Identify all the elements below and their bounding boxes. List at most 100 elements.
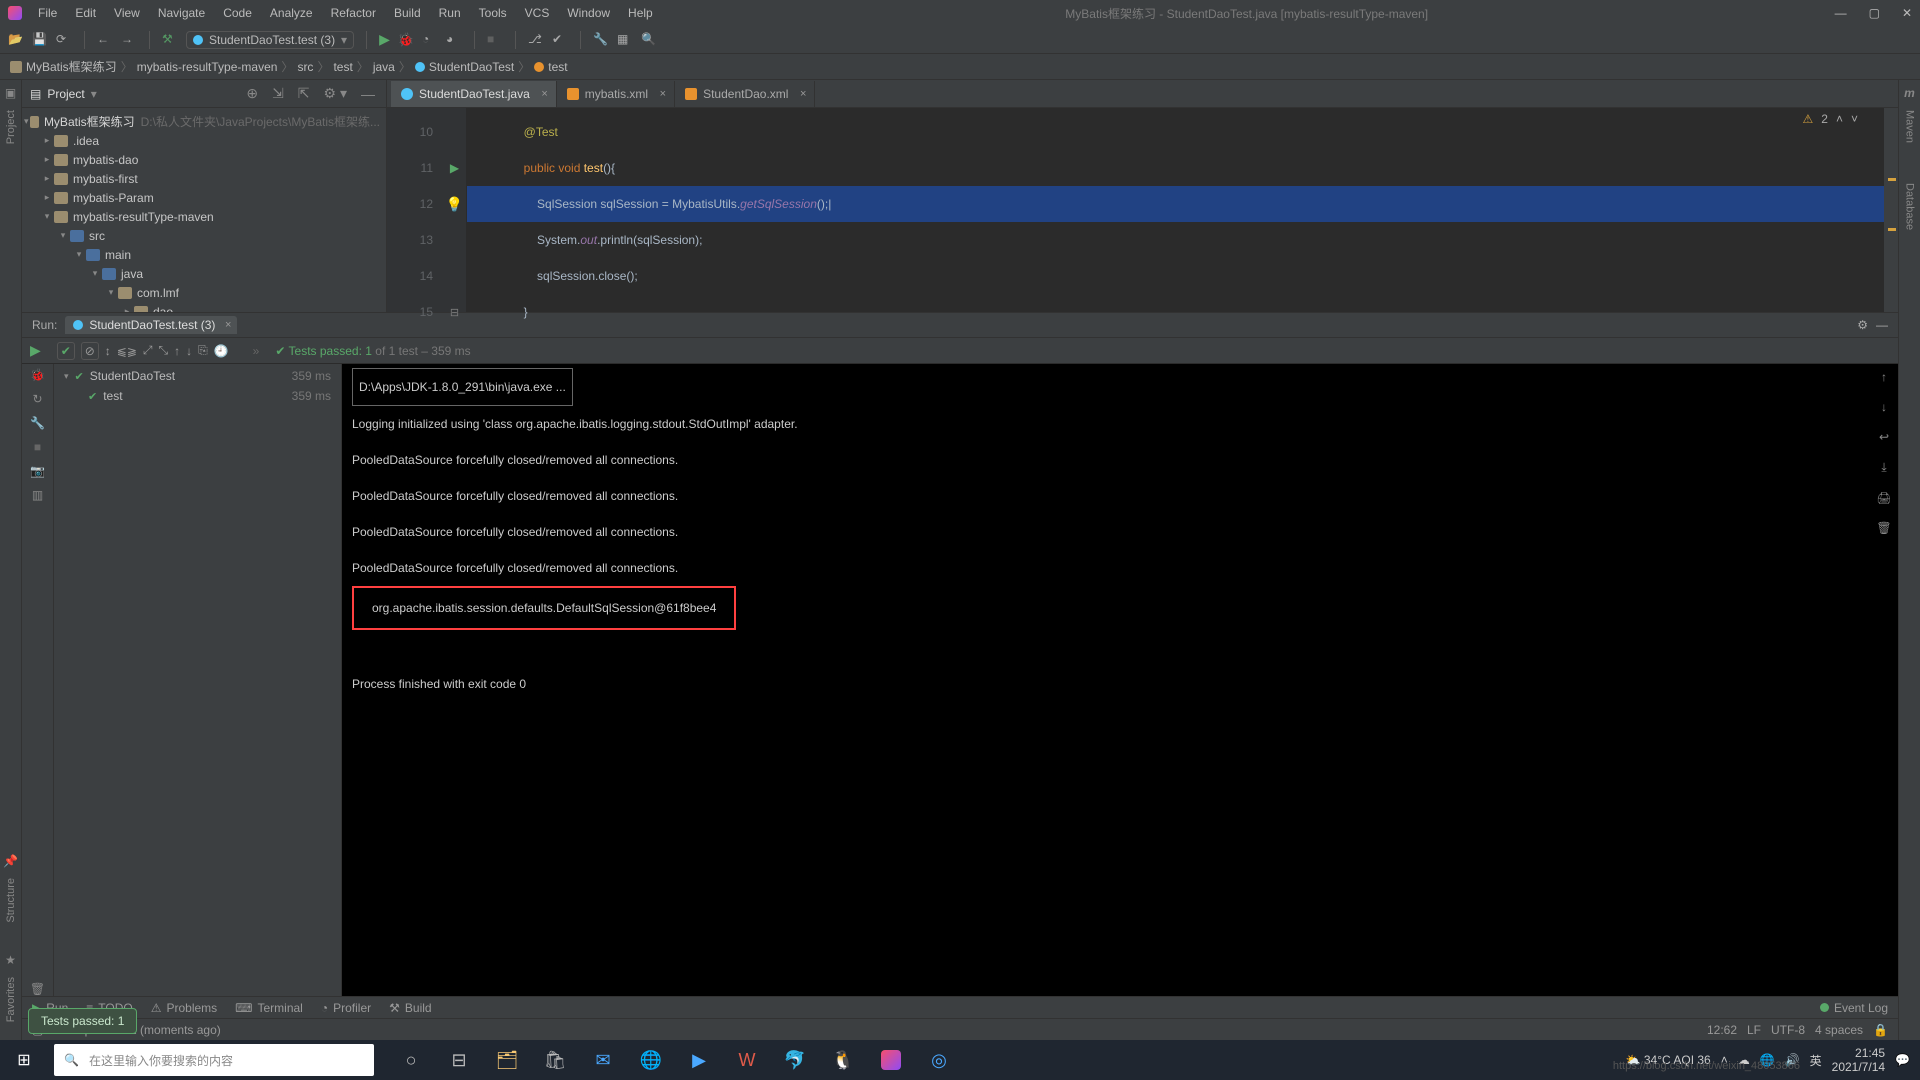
gear-icon[interactable]: ⚙ ▾ <box>321 85 350 102</box>
explorer-icon[interactable]: 🗂 <box>484 1040 530 1080</box>
taskbar-search[interactable]: 🔍 在这里输入你要搜索的内容 <box>54 1044 374 1076</box>
store-icon[interactable]: 🛍 <box>532 1040 578 1080</box>
crumb[interactable]: test <box>534 60 567 74</box>
export-icon[interactable]: ⎘ <box>198 343 208 358</box>
search-icon[interactable]: 🔍 <box>641 32 657 48</box>
crumb[interactable]: test <box>333 60 352 74</box>
notifications-icon[interactable]: 💬 <box>1895 1053 1910 1067</box>
intellij-icon[interactable] <box>868 1040 914 1080</box>
test-node[interactable]: ▾✔ StudentDaoTest 359 ms <box>54 366 341 386</box>
crumb[interactable]: src <box>297 60 313 74</box>
tree-node[interactable]: ▾src <box>22 226 386 245</box>
caret-position[interactable]: 12:62 <box>1707 1023 1737 1037</box>
test-tree[interactable]: ▾✔ StudentDaoTest 359 ms ✔ test 359 ms <box>54 364 342 996</box>
debug-button[interactable]: 🐞 <box>398 32 414 48</box>
line-separator[interactable]: LF <box>1747 1023 1761 1037</box>
task-view-icon[interactable]: ○ <box>388 1040 434 1080</box>
scroll-down-icon[interactable]: ↓ <box>1881 400 1887 414</box>
editor-tab[interactable]: StudentDaoTest.java× <box>391 81 557 107</box>
profiler-tool-button[interactable]: ◔Profiler <box>321 1001 371 1015</box>
tools-icon[interactable]: 🔧 <box>593 32 609 48</box>
star-icon[interactable]: ★ <box>5 953 16 967</box>
menu-code[interactable]: Code <box>217 4 258 22</box>
tree-node[interactable]: ▸mybatis-first <box>22 169 386 188</box>
menu-help[interactable]: Help <box>622 4 659 22</box>
scroll-up-icon[interactable]: ↑ <box>1881 370 1887 384</box>
wps-icon[interactable]: W <box>724 1040 770 1080</box>
profile-icon[interactable]: ◕ <box>446 32 462 48</box>
editor-scrollbar[interactable] <box>1884 108 1898 312</box>
save-icon[interactable]: 💾 <box>32 32 48 48</box>
crumb[interactable]: StudentDaoTest <box>415 60 514 74</box>
prev-test-icon[interactable]: ↑ <box>174 344 180 358</box>
warning-icon[interactable]: ⚠ <box>1803 112 1814 126</box>
crumb[interactable]: java <box>373 60 395 74</box>
collapse-all-icon[interactable]: ⤡ <box>159 343 169 358</box>
prev-problem-icon[interactable]: ˄ <box>1836 112 1843 126</box>
favorites-tab[interactable]: Favorites <box>5 977 17 1022</box>
tree-root[interactable]: ▾ MyBatis框架练习 D:\私人文件夹\JavaProjects\MyBa… <box>22 112 386 131</box>
mail-icon[interactable]: ✉ <box>580 1040 626 1080</box>
debug-icon[interactable]: 🐞 <box>30 368 45 382</box>
print-icon[interactable]: 🖨 <box>1876 491 1891 505</box>
editor-tab[interactable]: StudentDao.xml× <box>675 81 815 107</box>
expand-all-icon[interactable]: ⤢ <box>143 343 153 358</box>
close-icon[interactable]: × <box>800 88 806 100</box>
dump-icon[interactable]: 📷 <box>30 464 45 478</box>
console-output[interactable]: D:\Apps\JDK-1.8.0_291\bin\java.exe ... L… <box>342 364 1870 996</box>
taskbar-clock[interactable]: 21:45 2021/7/14 <box>1832 1046 1885 1074</box>
trash-icon[interactable]: 🗑 <box>30 982 45 996</box>
close-icon[interactable]: × <box>660 88 666 100</box>
crumb[interactable]: mybatis-resultType-maven <box>137 60 278 74</box>
menu-file[interactable]: File <box>32 4 63 22</box>
layout-icon[interactable]: ▦ <box>617 32 633 48</box>
rerun-button[interactable]: ▶ <box>30 342 41 359</box>
menu-analyze[interactable]: Analyze <box>264 4 319 22</box>
project-tab-icon[interactable]: ▣ <box>5 86 16 100</box>
toggle-autotest-icon[interactable]: 🔧 <box>30 416 45 430</box>
sync-icon[interactable]: ⟳ <box>56 32 72 48</box>
menu-refactor[interactable]: Refactor <box>325 4 382 22</box>
coverage-icon[interactable]: ◔ <box>422 32 438 48</box>
close-icon[interactable]: × <box>541 88 547 100</box>
maven-icon[interactable]: m <box>1904 86 1915 100</box>
run-config-selector[interactable]: StudentDaoTest.test (3) <box>186 31 354 49</box>
tree-node[interactable]: ▾main <box>22 245 386 264</box>
database-tab[interactable]: Database <box>1904 183 1916 230</box>
menu-edit[interactable]: Edit <box>69 4 102 22</box>
tree-node[interactable]: ▸dao <box>22 302 386 312</box>
back-icon[interactable]: ← <box>97 32 113 48</box>
rerun-failed-icon[interactable]: ↻ <box>32 392 42 406</box>
tree-node[interactable]: ▸.idea <box>22 131 386 150</box>
forward-icon[interactable]: → <box>121 32 137 48</box>
failed-filter[interactable]: ⊘ <box>81 342 99 360</box>
chrome-icon[interactable]: 🌐 <box>628 1040 674 1080</box>
menu-window[interactable]: Window <box>561 4 616 22</box>
lock-icon[interactable]: 🔒 <box>1873 1023 1888 1037</box>
git-icon[interactable]: ⎇ <box>528 32 544 48</box>
next-problem-icon[interactable]: ˅ <box>1851 112 1858 126</box>
problems-tool-button[interactable]: ⚠Problems <box>151 1001 217 1015</box>
locate-icon[interactable]: ⊕ <box>243 85 261 102</box>
stop-icon[interactable]: ■ <box>487 32 503 48</box>
menu-tools[interactable]: Tools <box>473 4 513 22</box>
ime-icon[interactable]: 英 <box>1810 1052 1822 1069</box>
open-icon[interactable]: 📂 <box>8 32 24 48</box>
editor-body[interactable]: ⚠ 2 ˄ ˅ 101112131415 ▶💡⊟ @Test public vo… <box>387 108 1898 312</box>
tree-node[interactable]: ▾com.lmf <box>22 283 386 302</box>
layout-icon[interactable]: ▥ <box>32 488 43 502</box>
commit-icon[interactable]: ✔ <box>552 32 568 48</box>
indent-config[interactable]: 4 spaces <box>1815 1023 1863 1037</box>
menu-run[interactable]: Run <box>433 4 467 22</box>
collapse-icon[interactable]: ⇱ <box>295 85 313 102</box>
build-tool-button[interactable]: ⚒Build <box>389 1001 431 1015</box>
tree-node[interactable]: ▾java <box>22 264 386 283</box>
structure-tab[interactable]: Structure <box>5 878 17 923</box>
pin-icon[interactable]: 📌 <box>3 854 18 868</box>
history-icon[interactable]: 🕘 <box>214 344 229 358</box>
app-icon[interactable]: 🐬 <box>772 1040 818 1080</box>
maven-tab[interactable]: Maven <box>1904 110 1916 143</box>
scroll-to-end-icon[interactable]: ⤓ <box>1881 460 1886 475</box>
stop-icon[interactable]: ■ <box>34 440 41 454</box>
terminal-tool-button[interactable]: ⌨Terminal <box>235 1001 303 1015</box>
